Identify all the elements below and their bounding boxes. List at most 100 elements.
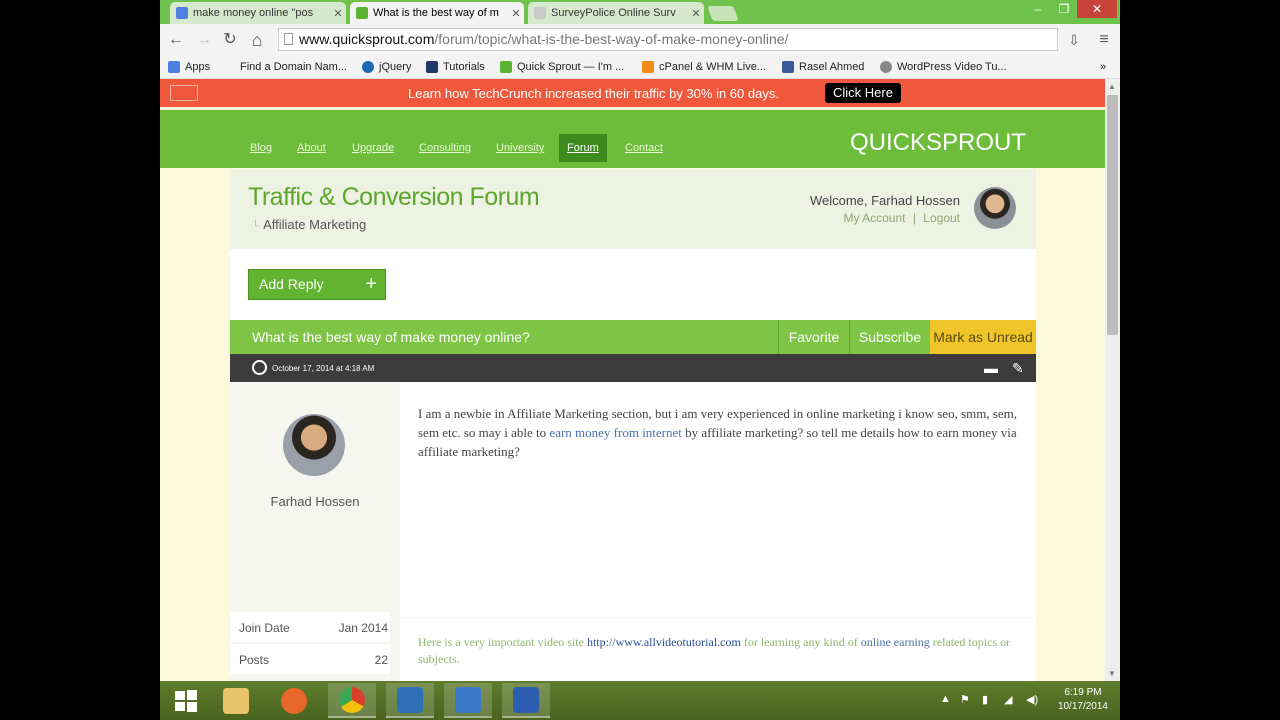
nav-contact[interactable]: Contact [625,142,663,154]
mark-unread-button[interactable]: Mark as Unread [930,320,1036,354]
bookmark-cpanel[interactable]: cPanel & WHM Live... [642,59,766,75]
bookmark-rasel-ahmed[interactable]: Rasel Ahmed [782,59,864,75]
flag-icon[interactable]: ⚑ [960,693,970,706]
logout-link[interactable]: Logout [923,211,960,225]
extension-icon[interactable]: ⇩ [1064,30,1084,50]
avatar[interactable] [974,187,1016,229]
bookmark-apps[interactable]: Apps [168,59,210,75]
bookmark-quicksprout[interactable]: Quick Sprout — I'm ... [500,59,624,75]
close-window-button[interactable]: ✕ [1077,0,1117,18]
url-input[interactable]: www.quicksprout.com/forum/topic/what-is-… [278,28,1058,51]
menu-icon[interactable]: ≡ [1094,30,1114,50]
tab-label: make money online "pos [193,7,314,19]
bookmarks-more-button[interactable]: » [1100,59,1106,75]
bookmark-tutorials[interactable]: Tutorials [426,59,485,75]
tab-label: SurveyPolice Online Surv [551,7,676,19]
add-reply-button[interactable]: Add Reply + [248,269,386,300]
forum-title[interactable]: Traffic & Conversion Forum [248,183,540,212]
account-separator: | [912,211,916,225]
quicksprout-logo[interactable]: QUICKSPROUT [850,129,1026,157]
page-scrollbar[interactable]: ▲ ▼ [1105,79,1120,681]
quicksprout-icon [500,61,512,73]
author-name[interactable]: Farhad Hossen [230,494,400,509]
reply-comment-icon[interactable]: ▬ [984,360,998,376]
my-account-link[interactable]: My Account [843,211,905,225]
signature-text: for learning any kind of [740,635,861,649]
tab-quicksprout[interactable]: What is the best way of m ✕ [350,2,524,24]
bookmark-label: jQuery [379,61,412,73]
back-button[interactable]: ← [166,30,186,50]
tab-make-money[interactable]: make money online "pos ✕ [170,2,346,24]
bookmark-find-domain[interactable]: Find a Domain Nam... [240,59,347,75]
save-app-button[interactable] [444,683,492,718]
earn-money-link[interactable]: earn money from internet [549,425,681,440]
apps-icon [168,61,180,73]
clock-date: 10/17/2014 [1057,701,1108,712]
online-earning-link[interactable]: online earning [861,635,930,649]
post: Farhad Hossen Join Date Jan 2014 Posts 2… [230,382,1036,681]
category-label: Affiliate Marketing [263,217,367,232]
author-avatar[interactable] [283,414,345,476]
edit-pencil-icon[interactable]: ✎ [1012,360,1024,377]
promo-logo-icon [170,85,198,101]
url-host: www.quicksprout.com [299,31,435,47]
volume-icon[interactable]: ◀) [1026,693,1038,706]
firefox-button[interactable] [270,683,318,718]
stat-join-date: Join Date Jan 2014 [230,612,390,642]
maximize-button[interactable]: ❐ [1051,0,1077,18]
page-icon [284,33,293,45]
start-button[interactable] [162,683,210,718]
monitor-app-button[interactable] [386,683,434,718]
tab-close-icon[interactable]: ✕ [508,7,524,20]
nav-consulting[interactable]: Consulting [419,142,471,154]
promo-text[interactable]: Learn how TechCrunch increased their tra… [408,86,779,101]
scroll-up-icon[interactable]: ▲ [1108,82,1116,91]
address-toolbar: ← → ↻ ⌂ www.quicksprout.com/forum/topic/… [160,24,1120,56]
bookmarks-bar: Apps Find a Domain Nam... jQuery Tutoria… [160,56,1120,79]
tutorials-icon [426,61,438,73]
nav-about[interactable]: About [297,142,326,154]
wordpress-icon [880,61,892,73]
nav-university[interactable]: University [496,142,544,154]
stat-label: Posts [239,653,270,667]
cpanel-icon [642,61,654,73]
stat-label: Join Date [239,621,290,635]
bookmark-label: cPanel & WHM Live... [659,61,766,73]
show-hidden-icons[interactable]: ▲ [940,693,951,705]
page-viewport: Learn how TechCrunch increased their tra… [160,79,1105,681]
screen: make money online "pos ✕ What is the bes… [160,0,1120,720]
system-clock[interactable]: 6:19 PM 10/17/2014 [1058,686,1108,714]
tab-close-icon[interactable]: ✕ [330,7,346,20]
favorite-button[interactable]: Favorite [778,320,849,354]
nav-forum[interactable]: Forum [559,134,607,162]
signature-url-link[interactable]: http://www.allvideotutorial.com [587,635,741,649]
home-button[interactable]: ⌂ [247,30,267,50]
nav-upgrade[interactable]: Upgrade [352,142,394,154]
click-here-button[interactable]: Click Here [825,83,901,103]
bookmark-wordpress[interactable]: WordPress Video Tu... [880,59,1007,75]
clock-time: 6:19 PM [1064,687,1102,698]
site-nav: Blog About Upgrade Consulting University… [160,110,1105,168]
tab-close-icon[interactable]: ✕ [688,7,704,20]
new-tab-button[interactable] [707,6,739,21]
forward-button[interactable]: → [194,30,214,50]
network-icon[interactable]: ▮ [982,693,988,706]
stat-value: Jan 2014 [338,621,388,635]
minimize-button[interactable]: – [1025,0,1051,18]
chrome-button[interactable] [328,683,376,718]
subscribe-button[interactable]: Subscribe [849,320,930,354]
forum-category[interactable]: └ Affiliate Marketing [252,217,366,232]
file-explorer-button[interactable] [212,683,260,718]
bookmark-jquery[interactable]: jQuery [362,59,411,75]
bookmark-label: Find a Domain Nam... [240,61,347,73]
word-button[interactable] [502,683,550,718]
tab-label: What is the best way of m [373,7,499,19]
scroll-down-icon[interactable]: ▼ [1108,669,1116,678]
scroll-thumb[interactable] [1107,95,1118,335]
tab-surveypolice[interactable]: SurveyPolice Online Surv ✕ [528,2,704,24]
reload-button[interactable]: ↻ [220,30,240,50]
bookmark-label: Rasel Ahmed [799,61,865,73]
forum-header: Traffic & Conversion Forum └ Affiliate Ma… [230,169,1036,249]
signal-icon[interactable]: ◢ [1004,693,1012,706]
nav-blog[interactable]: Blog [250,142,272,154]
